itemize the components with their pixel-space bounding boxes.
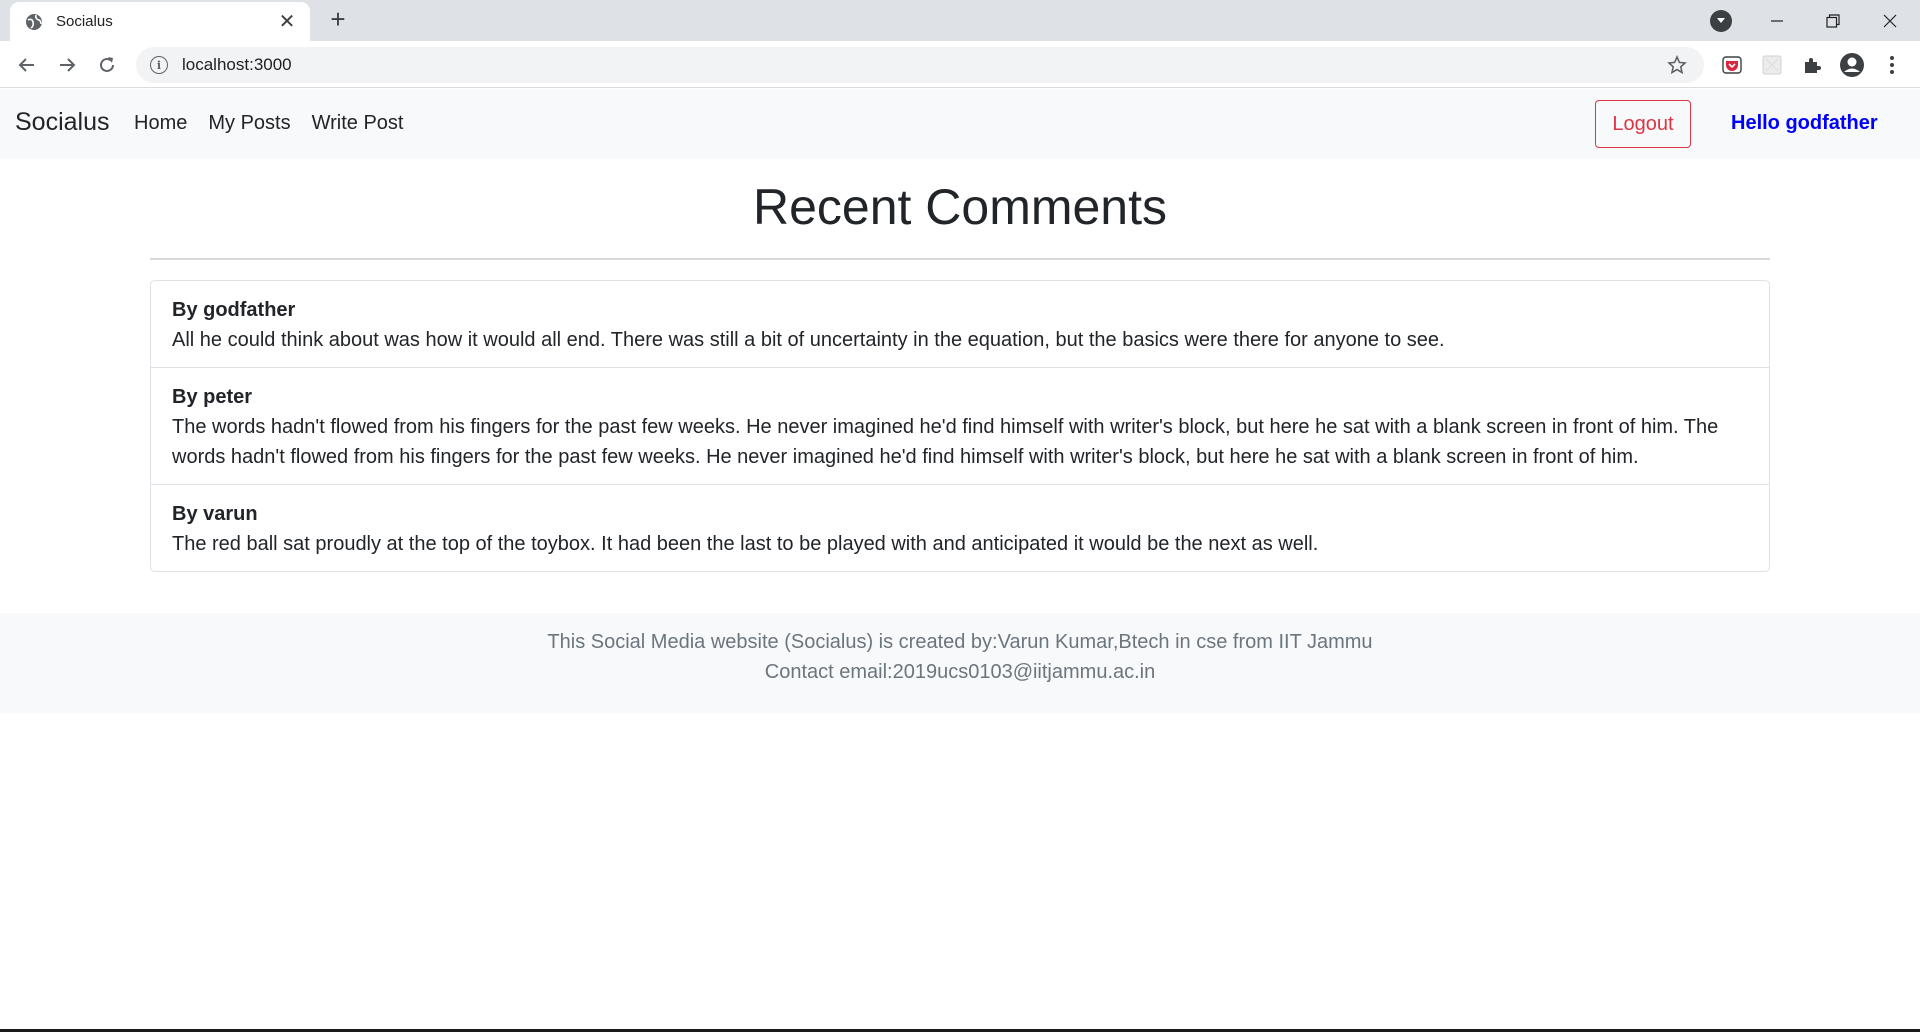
site-info-icon[interactable]: i: [150, 56, 168, 74]
extension-placeholder-icon[interactable]: [1759, 52, 1785, 78]
page-title: Recent Comments: [752, 179, 1168, 235]
site-navbar: Socialus Home My Posts Write Post Logout…: [0, 89, 1920, 159]
back-icon[interactable]: [13, 51, 41, 79]
forward-icon[interactable]: [53, 51, 81, 79]
comment-author: By varun: [172, 503, 258, 525]
browser-toolbar: i localhost:3000: [0, 41, 1920, 88]
comment-item: By godfather All he could think about wa…: [151, 281, 1769, 368]
comment-text: The words hadn't flowed from his fingers…: [172, 416, 1719, 468]
comment-text: All he could think about was how it woul…: [172, 329, 1445, 351]
comment-list: By godfather All he could think about wa…: [150, 280, 1770, 572]
tab-search-icon[interactable]: [1710, 10, 1732, 32]
logout-button[interactable]: Logout: [1595, 100, 1691, 148]
close-tab-icon[interactable]: ✕: [276, 12, 298, 32]
close-window-icon[interactable]: [1862, 0, 1918, 41]
brand-link[interactable]: Socialus: [15, 108, 110, 137]
globe-icon: [24, 12, 44, 32]
comment-item: By peter The words hadn't flowed from hi…: [151, 368, 1769, 485]
comment-item: By varun The red ball sat proudly at the…: [151, 485, 1769, 571]
reload-icon[interactable]: [93, 51, 121, 79]
profile-avatar-icon[interactable]: [1839, 52, 1865, 78]
comment-author: By godfather: [172, 299, 296, 321]
minimize-icon[interactable]: [1749, 0, 1805, 41]
address-url[interactable]: localhost:3000: [182, 55, 1664, 75]
restore-icon[interactable]: [1805, 0, 1861, 41]
new-tab-icon[interactable]: +: [326, 6, 350, 32]
heading-divider: [150, 258, 1770, 260]
footer-contact: Contact email:2019ucs0103@iitjammu.ac.in: [764, 661, 1156, 683]
page-viewport: Socialus Home My Posts Write Post Logout…: [0, 89, 1920, 1032]
browser-menu-icon[interactable]: [1879, 52, 1905, 78]
site-footer: This Social Media website (Socialus) is …: [0, 613, 1920, 713]
nav-link-my-posts[interactable]: My Posts: [208, 112, 290, 135]
browser-tab[interactable]: Socialus ✕: [10, 2, 310, 41]
tab-title: Socialus: [56, 13, 113, 30]
browser-tabstrip: Socialus ✕ +: [0, 0, 1920, 41]
pocket-extension-icon[interactable]: [1719, 52, 1745, 78]
user-greeting: Hello godfather: [1731, 112, 1878, 134]
address-bar[interactable]: i localhost:3000: [136, 47, 1704, 83]
extensions-puzzle-icon[interactable]: [1799, 52, 1825, 78]
footer-credit: This Social Media website (Socialus) is …: [547, 631, 1373, 653]
nav-links: Home My Posts Write Post: [134, 112, 424, 135]
nav-link-home[interactable]: Home: [134, 112, 187, 135]
nav-link-write-post[interactable]: Write Post: [312, 112, 404, 135]
comment-author: By peter: [172, 386, 253, 408]
comment-text: The red ball sat proudly at the top of t…: [172, 533, 1319, 555]
bookmark-star-icon[interactable]: [1664, 55, 1690, 75]
